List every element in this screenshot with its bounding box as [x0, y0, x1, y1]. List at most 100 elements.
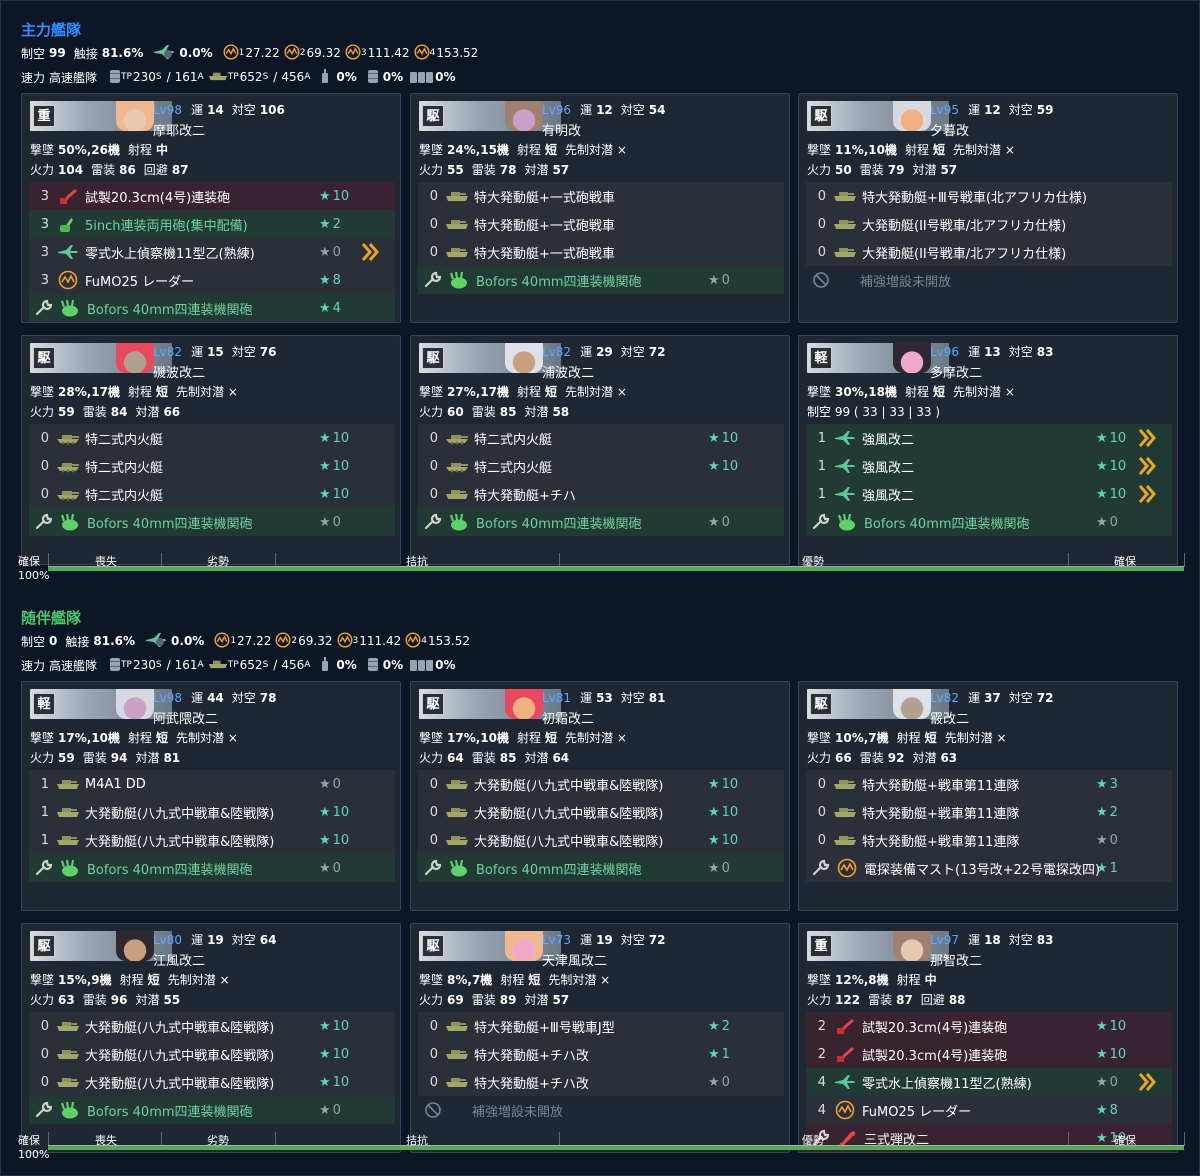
ship-card[interactable]: 重 Lv98 運 14 対空 106 摩耶改二 撃墜 50%,26機 射程中火力 104 雷装 86 回避…: [21, 93, 401, 323]
ship-portrait: [116, 101, 154, 131]
equipment-slot[interactable]: 0 特大発動艇+チハ改 ★ 0: [418, 1068, 784, 1096]
shotdown-label: 撃墜: [419, 973, 444, 987]
equipment-slot[interactable]: 3 5inch連装両用砲(集中配備) ★ 2: [29, 210, 395, 238]
tp2-a-value: 456: [281, 70, 305, 84]
ship-card[interactable]: 駆 Lv82 運 29 対空 72 浦波改二 撃墜 27%,17機 射程短先制対潜 × 火力 60 雷装…: [410, 335, 790, 565]
equipment-slot[interactable]: 0 特二式内火艇 ★ 10: [29, 424, 395, 452]
ship-card[interactable]: 駆 Lv82 運 37 対空 72 霰改二 撃墜 10%,7機 射程短先制対潜 × 火力 66 雷装 92…: [798, 681, 1178, 911]
equipment-slot[interactable]: 1 強風改二 ★ 10: [806, 452, 1172, 480]
ship-card[interactable]: 駆 Lv80 運 19 対空 64 江風改二 撃墜 15%,9機 射程短先制対潜 × 火力 63 雷装 9…: [21, 923, 401, 1153]
equipment-slot[interactable]: 0 特大発動艇+Ⅲ号戦車(北アフリカ仕様): [806, 182, 1172, 210]
reinforcement-expansion-slot[interactable]: Bofors 40mm四連装機関砲 ★ 0: [29, 508, 395, 536]
equipment-slot[interactable]: 0 大発動艇(八九式中戦車&陸戦隊) ★ 10: [418, 826, 784, 854]
improvement-value: 10: [332, 1018, 350, 1034]
luck-label: 運: [191, 345, 204, 359]
equipment-slot[interactable]: 2 試製20.3cm(4号)連装砲 ★ 10: [806, 1040, 1172, 1068]
equipment-slot[interactable]: 0 特大発動艇+チハ改 ★ 1: [418, 1040, 784, 1068]
equipment-slot[interactable]: 1 強風改二 ★ 10: [806, 424, 1172, 452]
equipment-slot[interactable]: 0 大発動艇(II号戦車/北アフリカ仕様): [806, 210, 1172, 238]
ship-card[interactable]: 軽 Lv98 運 44 対空 78 阿武隈改二 撃墜 17%,10機 射程短先制対潜 × 火力 59 雷…: [21, 681, 401, 911]
plane-green-icon: [832, 456, 858, 476]
equipment-slot[interactable]: 0 大発動艇(八九式中戦車&陸戦隊) ★ 10: [418, 770, 784, 798]
star-icon: ★: [319, 1046, 331, 1062]
ship-shotdown-row: 撃墜 8%,7機 射程短先制対潜 ×: [419, 971, 618, 988]
ship-card[interactable]: 駆 Lv96 運 12 対空 54 有明改 撃墜 24%,15機 射程短先制対潜 × 火力 55 雷装 7…: [410, 93, 790, 323]
equipment-slot[interactable]: 2 試製20.3cm(4号)連装砲 ★ 10: [806, 1012, 1172, 1040]
ship-card[interactable]: 駆 Lv73 運 19 対空 72 天津風改二 撃墜 8%,7機 射程短先制対潜 × 火力 69 雷装 8…: [410, 923, 790, 1153]
equipment-slot[interactable]: 0 大発動艇(八九式中戦車&陸戦隊) ★ 10: [29, 1068, 395, 1096]
equipment-slot[interactable]: 0 特二式内火艇 ★ 10: [418, 424, 784, 452]
los-coef: 1: [238, 48, 245, 58]
ship-name: 磯波改二: [153, 366, 206, 381]
equipment-slot[interactable]: 0 大発動艇(II号戦車/北アフリカ仕様): [806, 238, 1172, 266]
equipment-slot[interactable]: 0 特大発動艇+戦車第11連隊 ★ 3: [806, 770, 1172, 798]
ship-card[interactable]: 駆 Lv95 運 12 対空 59 夕暮改 撃墜 11%,10機 射程短先制対潜 × 火力 50 雷装 7…: [798, 93, 1178, 323]
reinforcement-expansion-slot[interactable]: Bofors 40mm四連装機関砲 ★ 0: [418, 508, 784, 536]
equipment-slot[interactable]: 0 特大発動艇+チハ: [418, 480, 784, 508]
boat-icon: [832, 802, 858, 822]
ship-level: Lv80: [153, 933, 183, 947]
reinforcement-expansion-slot[interactable]: Bofors 40mm四連装機関砲 ★ 0: [29, 1096, 395, 1124]
equipment-slot[interactable]: 3 試製20.3cm(4号)連装砲 ★ 10: [29, 182, 395, 210]
equipment-slot[interactable]: 0 特大発動艇+一式砲戦車: [418, 238, 784, 266]
reinforcement-expansion-slot[interactable]: 電探装備マスト(13号改+22号電探改四) ★ 1: [806, 854, 1172, 882]
stat-value: 122: [835, 993, 861, 1007]
ship-card[interactable]: 駆 Lv81 運 53 対空 81 初霜改二 撃墜 17%,10機 射程短先制対潜 × 火力 64 雷装…: [410, 681, 790, 911]
equipment-slot[interactable]: 0 特二式内火艇 ★ 10: [29, 480, 395, 508]
improvement-value: 10: [1109, 458, 1127, 474]
equipment-slot[interactable]: 0 大発動艇(八九式中戦車&陸戦隊) ★ 10: [29, 1040, 395, 1068]
equipment-slot[interactable]: 1 強風改二 ★ 10: [806, 480, 1172, 508]
star-icon: ★: [1096, 458, 1108, 474]
equipment-slot[interactable]: 3 FuMO25 レーダー ★ 8: [29, 266, 395, 294]
ship-level: Lv73: [542, 933, 572, 947]
stat-label: 雷装: [471, 751, 496, 765]
reinforcement-expansion-slot[interactable]: 補強増設未開放: [418, 1096, 784, 1124]
improvement-level: ★ 10: [319, 487, 349, 502]
equipment-slot[interactable]: 0 大発動艇(八九式中戦車&陸戦隊) ★ 10: [418, 798, 784, 826]
stat-value: 86: [119, 163, 136, 177]
supply-2-value: 0%: [382, 70, 404, 84]
reinforcement-expansion-slot[interactable]: 補強増設未開放: [806, 266, 1172, 294]
ship-card[interactable]: 駆 Lv82 運 15 対空 76 磯波改二 撃墜 28%,17機 射程短先制対潜 × 火力 59 雷装…: [21, 335, 401, 565]
reinforcement-expansion-slot[interactable]: Bofors 40mm四連装機関砲 ★ 0: [418, 266, 784, 294]
luck-label: 運: [968, 933, 981, 947]
equipment-slot[interactable]: 0 特二式内火艇 ★ 10: [418, 452, 784, 480]
equipment-slot[interactable]: 4 零式水上偵察機11型乙(熟練) ★ 0: [806, 1068, 1172, 1096]
shotdown-label: 撃墜: [807, 731, 832, 745]
equipment-slot[interactable]: 1 M4A1 DD ★ 0: [29, 770, 395, 798]
equipment-slot[interactable]: 0 特二式内火艇 ★ 10: [29, 452, 395, 480]
reinforcement-expansion-slot[interactable]: Bofors 40mm四連装機関砲 ★ 0: [806, 508, 1172, 536]
opening-asw: 先制対潜 ×: [953, 143, 1015, 157]
improvement-level: ★ 8: [1096, 1103, 1118, 1118]
reinforcement-expansion-slot[interactable]: Bofors 40mm四連装機関砲 ★ 4: [29, 294, 395, 322]
equipment-slot[interactable]: 1 大発動艇(八九式中戦車&陸戦隊) ★ 10: [29, 826, 395, 854]
improvement-level: ★ 3: [1096, 777, 1118, 792]
equipment-slot[interactable]: 0 特大発動艇+戦車第11連隊 ★ 0: [806, 826, 1172, 854]
ship-card[interactable]: 重 Lv97 運 18 対空 83 那智改二 撃墜 12%,8機 射程中火力 122 雷装 87 回避 88…: [798, 923, 1178, 1153]
reinforcement-expansion-slot[interactable]: Bofors 40mm四連装機関砲 ★ 0: [29, 854, 395, 882]
equipment-slot[interactable]: 0 特大発動艇+一式砲戦車: [418, 210, 784, 238]
proficiency-chevron-icon: [1138, 456, 1156, 476]
equipment-slots: 0 特二式内火艇 ★ 10 0 特二式内火艇 ★ 10 0 特大発動艇+チハ: [418, 424, 784, 508]
boat-icon: [444, 186, 470, 206]
los-radar-icon: [284, 43, 300, 63]
equipment-slot[interactable]: 0 特大発動艇+Ⅲ号戦車J型 ★ 2: [418, 1012, 784, 1040]
opening-asw: 先制対潜 ×: [176, 731, 238, 745]
stat-label: 雷装: [82, 405, 107, 419]
stat-value: 85: [499, 405, 517, 419]
slot-count: 4: [817, 1102, 826, 1118]
equipment-name: 強風改二: [862, 488, 915, 504]
ship-banner-image: 軽: [30, 689, 172, 719]
equipment-slot[interactable]: 0 大発動艇(八九式中戦車&陸戦隊) ★ 10: [29, 1012, 395, 1040]
boat-icon: [444, 214, 470, 234]
shotdown-label: 撃墜: [419, 385, 444, 399]
ship-card[interactable]: 軽 Lv96 運 13 対空 83 多摩改二 撃墜 30%,18機 射程短先制対潜 × 制空 99 …: [798, 335, 1178, 565]
equipment-slot[interactable]: 0 特大発動艇+一式砲戦車: [418, 182, 784, 210]
boat-icon: [55, 1016, 81, 1036]
slot-count: 0: [40, 486, 49, 502]
equipment-slot[interactable]: 0 特大発動艇+戦車第11連隊 ★ 2: [806, 798, 1172, 826]
reinforcement-expansion-slot[interactable]: Bofors 40mm四連装機関砲 ★ 0: [418, 854, 784, 882]
equipment-slot[interactable]: 4 FuMO25 レーダー ★ 8: [806, 1096, 1172, 1124]
equipment-slot[interactable]: 3 零式水上偵察機11型乙(熟練) ★ 0: [29, 238, 395, 266]
equipment-slot[interactable]: 1 大発動艇(八九式中戦車&陸戦隊) ★ 10: [29, 798, 395, 826]
